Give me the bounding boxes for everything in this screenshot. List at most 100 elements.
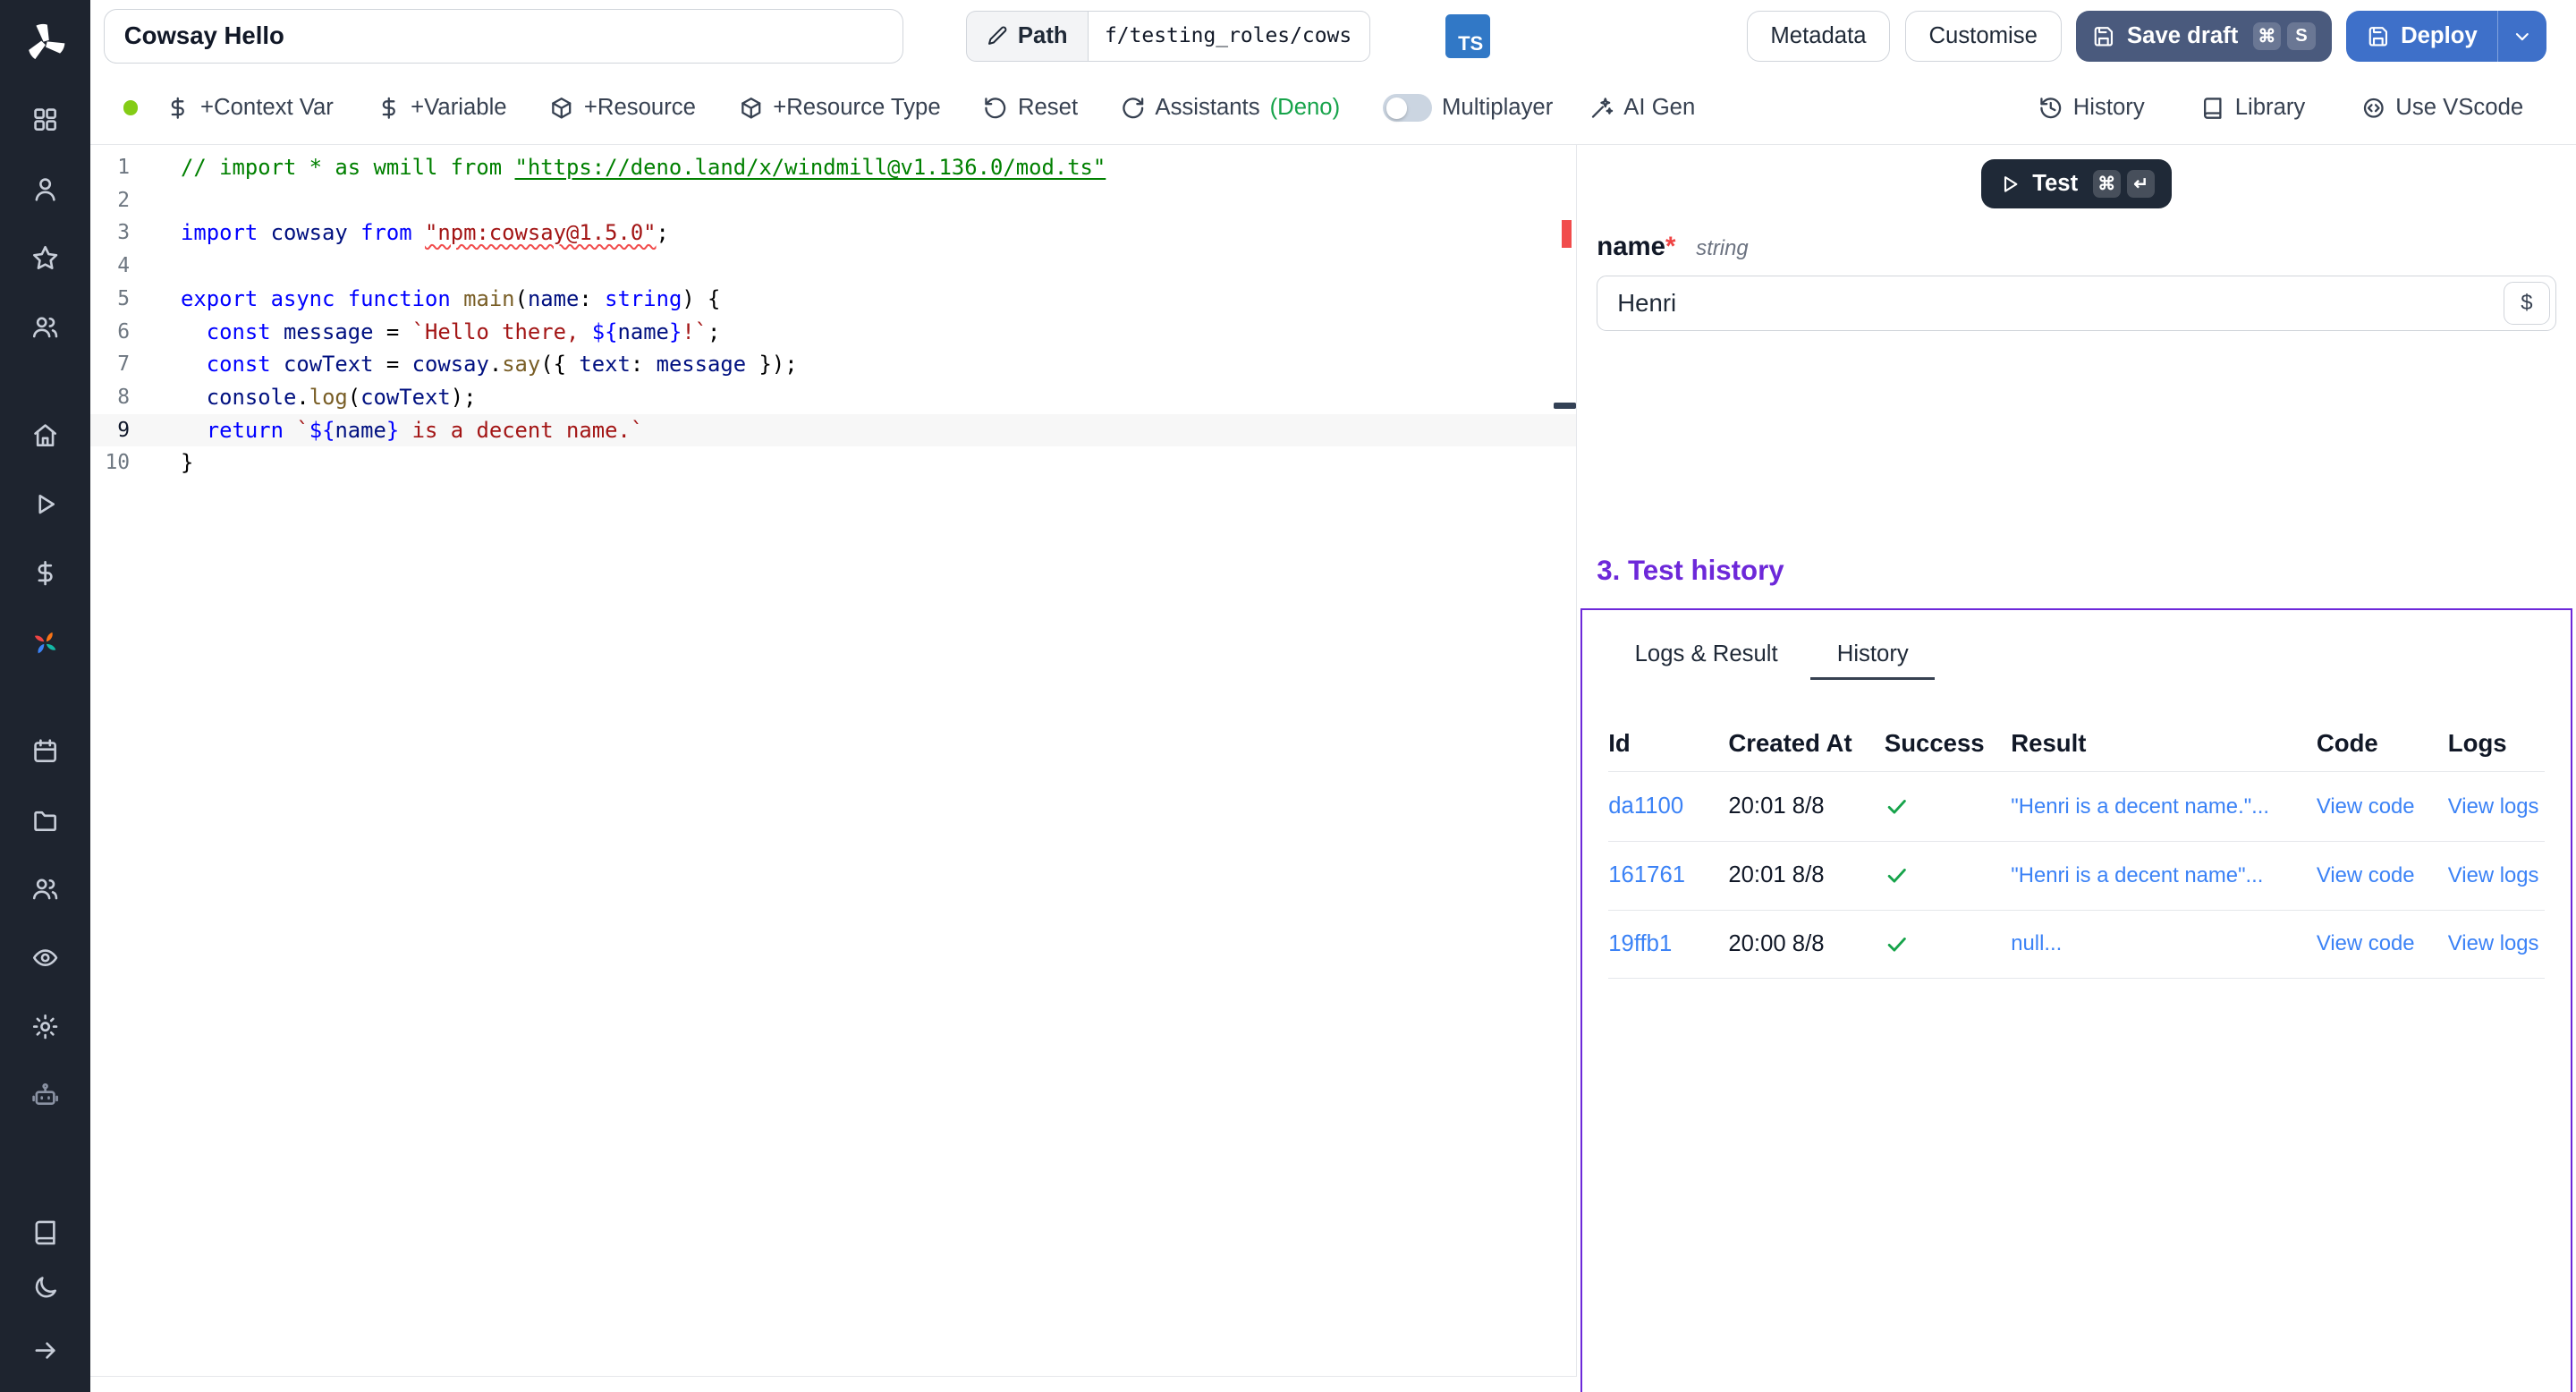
pinwheel-icon — [31, 629, 59, 657]
line-number: 10 — [90, 446, 130, 480]
tab-history[interactable]: History — [1810, 632, 1935, 680]
code-line-4[interactable]: 4 — [90, 250, 1576, 283]
toolbar-resource[interactable]: +Resource — [549, 95, 696, 121]
code-line-7[interactable]: 7 const cowText = cowsay.say({ text: mes… — [90, 348, 1576, 381]
history-row: da110020:01 8/8"Henri is a decent name."… — [1608, 771, 2545, 840]
code-line-3[interactable]: 3import cowsay from "npm:cowsay@1.5.0"; — [90, 216, 1576, 250]
line-number: 1 — [90, 151, 130, 184]
code-line-10[interactable]: 10} — [90, 446, 1576, 480]
sidebar-item-home[interactable] — [11, 401, 80, 470]
save-icon — [2092, 25, 2115, 48]
toolbar-assistants[interactable]: Assistants(Deno) — [1121, 95, 1340, 121]
sidebar-item-settings[interactable] — [11, 992, 80, 1061]
dollar-icon — [31, 559, 59, 587]
history-row: 16176120:01 8/8"Henri is a decent name".… — [1608, 841, 2545, 910]
sidebar-item-apps[interactable] — [11, 86, 80, 155]
toolbar-variable[interactable]: +Variable — [377, 95, 507, 121]
col-result: Result — [2011, 729, 2317, 758]
arg-input[interactable] — [1597, 276, 2556, 331]
history-table-header: IdCreated AtSuccessResultCodeLogs — [1608, 716, 2545, 771]
deploy-main[interactable]: Deploy — [2346, 11, 2496, 62]
sidebar-item-resources[interactable] — [11, 608, 80, 677]
toolbar-use-vscode[interactable]: Use VScode — [2361, 95, 2523, 121]
history-result-link[interactable]: "Henri is a decent name"... — [2011, 863, 2317, 888]
toolbar-context-var[interactable]: +Context Var — [165, 95, 333, 121]
col-code: Code — [2317, 729, 2448, 758]
script-name-input[interactable] — [104, 9, 903, 64]
history-id-link[interactable]: 19ffb1 — [1608, 931, 1728, 957]
toolbar-suffix: (Deno) — [1270, 95, 1341, 121]
view-logs-link[interactable]: View logs — [2448, 931, 2545, 956]
toolbar-reset[interactable]: Reset — [983, 95, 1078, 121]
vscode-icon — [2361, 96, 2386, 121]
app: Path TS Metadata Customise Save draft ⌘S… — [0, 0, 2576, 1392]
line-number: 9 — [90, 414, 130, 447]
view-logs-link[interactable]: View logs — [2448, 794, 2545, 819]
metadata-button[interactable]: Metadata — [1747, 11, 1891, 62]
test-button[interactable]: Test ⌘↵ — [1981, 159, 2172, 208]
col-success: Success — [1885, 729, 2011, 758]
history-id-link[interactable]: da1100 — [1608, 794, 1728, 819]
sidebar-item-docs[interactable] — [11, 1204, 80, 1260]
deploy-dropdown-button[interactable] — [2497, 11, 2546, 62]
sidebar-item-user[interactable] — [11, 155, 80, 224]
check-icon — [1885, 794, 1910, 819]
sidebar-item-schedules[interactable] — [11, 717, 80, 785]
path-input[interactable] — [1088, 11, 1370, 62]
code-lines: 1// import * as wmill from "https://deno… — [90, 145, 1576, 480]
view-code-link[interactable]: View code — [2317, 794, 2448, 819]
view-code-link[interactable]: View code — [2317, 863, 2448, 888]
sidebar-item-folders[interactable] — [11, 785, 80, 854]
line-number: 3 — [90, 216, 130, 250]
history-success-check — [1885, 794, 2011, 819]
history-result-link[interactable]: null... — [2011, 931, 2317, 956]
history-result-link[interactable]: "Henri is a decent name."... — [2011, 794, 2317, 819]
windmill-logo[interactable] — [0, 0, 90, 86]
book-icon — [2200, 96, 2225, 121]
toolbar-history[interactable]: History — [2038, 95, 2145, 121]
sidebar-item-variables[interactable] — [11, 539, 80, 607]
kbd-s: S — [2287, 22, 2315, 50]
cube-icon — [549, 96, 574, 121]
code-line-2[interactable]: 2 — [90, 184, 1576, 217]
code-line-1[interactable]: 1// import * as wmill from "https://deno… — [90, 151, 1576, 184]
toolbar-items: +Context Var +Variable +Resource +Resource … — [165, 95, 1382, 121]
sidebar-item-workers[interactable] — [11, 1061, 80, 1130]
view-logs-link[interactable]: View logs — [2448, 863, 2545, 888]
toolbar-ai-gen[interactable]: AI Gen — [1589, 95, 1696, 121]
sidebar-item-expand-sidebar[interactable] — [11, 1320, 80, 1382]
star-icon — [31, 244, 59, 272]
code-line-5[interactable]: 5export async function main(name: string… — [90, 283, 1576, 316]
deploy-button[interactable]: Deploy — [2346, 11, 2546, 62]
customise-button[interactable]: Customise — [1905, 11, 2062, 62]
robot-icon — [31, 1082, 59, 1109]
toolbar-resource-type[interactable]: +Resource Type — [739, 95, 941, 121]
history-id-link[interactable]: 161761 — [1608, 862, 1728, 888]
path-button[interactable]: Path — [966, 11, 1088, 62]
sidebar-item-members[interactable] — [11, 293, 80, 361]
history-table: IdCreated AtSuccessResultCodeLogsda11002… — [1608, 716, 2545, 979]
ai-gen-label: AI Gen — [1623, 95, 1695, 121]
topbar-actions: Metadata Customise Save draft ⌘S Deploy — [1747, 11, 2546, 62]
path-group: Path — [966, 11, 1370, 62]
history-row: 19ffb120:00 8/8null...View codeView logs — [1608, 910, 2545, 979]
toolbar-library[interactable]: Library — [2200, 95, 2305, 121]
code-editor[interactable]: 1// import * as wmill from "https://deno… — [90, 145, 1577, 1378]
sidebar-item-runs[interactable] — [11, 470, 80, 539]
wand-icon — [1589, 96, 1614, 121]
insert-variable-button[interactable]: $ — [2504, 282, 2549, 325]
view-code-link[interactable]: View code — [2317, 931, 2448, 956]
save-draft-button[interactable]: Save draft ⌘S — [2076, 11, 2332, 62]
sidebar-item-audit-logs[interactable] — [11, 923, 80, 992]
multiplayer-toggle[interactable] — [1383, 94, 1432, 122]
sidebar-nav — [0, 86, 90, 1320]
sidebar-item-favorites[interactable] — [11, 224, 80, 293]
sidebar-item-groups[interactable] — [11, 854, 80, 923]
code-line-9[interactable]: 9 return `${name} is a decent name.` — [90, 414, 1576, 447]
code-line-8[interactable]: 8 console.log(cowText); — [90, 381, 1576, 414]
tab-logs-result[interactable]: Logs & Result — [1608, 632, 1804, 680]
code-line-6[interactable]: 6 const message = `Hello there, ${name}!… — [90, 316, 1576, 349]
sidebar-item-dark-mode[interactable] — [11, 1260, 80, 1316]
multiplayer-item: Multiplayer — [1383, 94, 1553, 122]
arg-type-label: string — [1696, 236, 1748, 260]
